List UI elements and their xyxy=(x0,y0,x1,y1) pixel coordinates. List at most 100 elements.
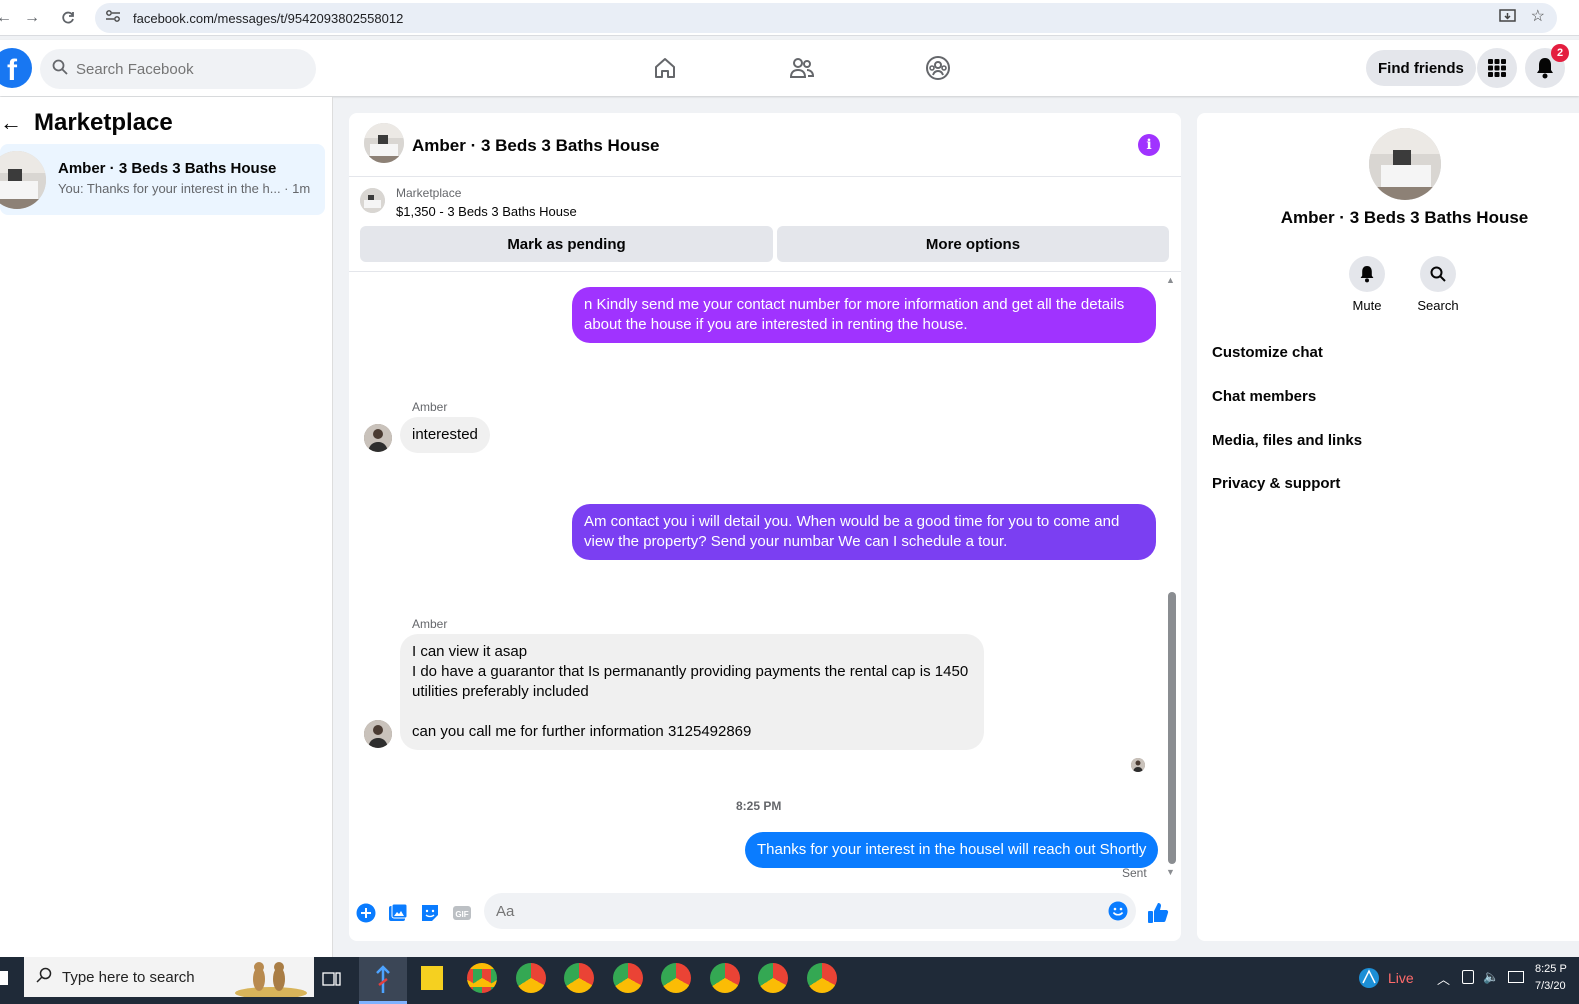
bell-icon xyxy=(1537,58,1553,79)
message-line xyxy=(412,702,972,722)
search-conversation-button[interactable]: Search xyxy=(1408,256,1468,313)
panel-title: Marketplace xyxy=(34,109,173,136)
photo-icon[interactable] xyxy=(387,902,409,924)
taskbar-search[interactable]: Type here to search xyxy=(24,957,314,997)
chrome-icon[interactable] xyxy=(467,963,497,993)
weather-icon[interactable] xyxy=(1358,967,1380,994)
menu-grid-button[interactable] xyxy=(1477,48,1517,88)
chrome-icon[interactable] xyxy=(661,963,691,993)
windows-taskbar: Type here to search Live ︿ 🔈 8:25 P 7/3/… xyxy=(0,957,1579,1004)
facebook-search[interactable] xyxy=(40,49,316,89)
meet-now-icon[interactable] xyxy=(1462,970,1474,984)
sticky-notes-icon[interactable] xyxy=(421,966,443,990)
message-bubble-incoming: I can view it asap I do have a guarantor… xyxy=(400,634,984,750)
chrome-icon[interactable] xyxy=(564,963,594,993)
chat-title[interactable]: Amber · 3 Beds 3 Baths House xyxy=(412,136,660,156)
task-view-icon[interactable] xyxy=(322,970,342,993)
amber-avatar[interactable] xyxy=(364,424,392,452)
message-bubble-outgoing: Thanks for your interest in the housel w… xyxy=(745,832,1159,868)
plus-circle-icon[interactable] xyxy=(355,902,377,924)
site-info-icon[interactable] xyxy=(105,9,121,28)
home-icon[interactable] xyxy=(649,52,681,84)
message-timestamp: 8:25 PM xyxy=(736,799,782,813)
media-files-links-item[interactable]: Media, files and links xyxy=(1212,432,1362,449)
message-input[interactable] xyxy=(484,893,1064,929)
install-app-icon[interactable] xyxy=(1498,9,1517,30)
more-options-button[interactable]: More options xyxy=(777,226,1169,262)
seen-avatar xyxy=(1131,758,1145,772)
message-scrollbar[interactable] xyxy=(1168,592,1176,864)
mute-label: Mute xyxy=(1352,298,1382,313)
tray-chevron-icon[interactable]: ︿ xyxy=(1437,969,1450,988)
listing-title[interactable]: $1,350 - 3 Beds 3 Baths House xyxy=(396,204,577,219)
chat-avatar[interactable] xyxy=(364,123,404,163)
customize-chat-item[interactable]: Customize chat xyxy=(1212,344,1323,361)
sender-name: Amber xyxy=(412,400,448,414)
bookmark-star-icon[interactable]: ☆ xyxy=(1531,9,1545,30)
chrome-icon[interactable] xyxy=(758,963,788,993)
browser-toolbar: ← → facebook.com/messages/t/954209380255… xyxy=(0,0,1579,36)
address-bar[interactable]: facebook.com/messages/t/9542093802558012… xyxy=(95,3,1557,33)
emoji-icon[interactable] xyxy=(1108,901,1128,926)
facebook-header: f Find friends 2 xyxy=(0,40,1579,96)
chrome-icon[interactable] xyxy=(516,963,546,993)
thumbs-up-icon[interactable] xyxy=(1147,902,1169,924)
conversation-item[interactable]: Amber · 3 Beds 3 Baths House You: Thanks… xyxy=(0,144,325,215)
forward-icon[interactable]: → xyxy=(18,4,46,32)
groups-icon[interactable] xyxy=(922,52,954,84)
listing-thumbnail[interactable] xyxy=(360,188,385,213)
conversation-details-panel: Amber · 3 Beds 3 Baths House Mute Search… xyxy=(1197,113,1579,941)
amber-avatar[interactable] xyxy=(364,720,392,748)
facebook-logo-icon[interactable]: f xyxy=(0,48,32,88)
message-line: utilities preferably included xyxy=(412,683,589,700)
reload-icon[interactable] xyxy=(54,4,82,32)
message-bubble-outgoing: n Kindly send me your contact number for… xyxy=(572,287,1156,343)
sender-name: Amber xyxy=(412,617,448,631)
message-line: I can view it asap xyxy=(412,643,528,660)
find-friends-button[interactable]: Find friends xyxy=(1366,50,1476,86)
info-icon[interactable]: i xyxy=(1138,134,1160,156)
chat-panel: Amber · 3 Beds 3 Baths House i Marketpla… xyxy=(349,113,1181,941)
search-icon xyxy=(36,967,52,987)
notification-badge: 2 xyxy=(1551,44,1569,62)
mark-as-pending-button[interactable]: Mark as pending xyxy=(360,226,773,262)
chat-members-item[interactable]: Chat members xyxy=(1212,388,1316,405)
volume-icon[interactable]: 🔈 xyxy=(1483,969,1499,985)
details-avatar[interactable] xyxy=(1369,128,1441,200)
chrome-icon[interactable] xyxy=(613,963,643,993)
chrome-icon[interactable] xyxy=(807,963,837,993)
chrome-icon[interactable] xyxy=(710,963,740,993)
privacy-support-item[interactable]: Privacy & support xyxy=(1212,475,1340,492)
sticker-icon[interactable] xyxy=(419,902,441,924)
friends-icon[interactable] xyxy=(786,52,818,84)
url-text: facebook.com/messages/t/9542093802558012 xyxy=(133,10,404,26)
message-line: can you call me for further information … xyxy=(412,723,752,740)
bell-icon xyxy=(1360,266,1374,283)
conversation-preview: You: Thanks for your interest in the h..… xyxy=(58,181,311,196)
chat-header: Amber · 3 Beds 3 Baths House i xyxy=(349,113,1181,177)
svg-text:GIF: GIF xyxy=(455,910,468,919)
message-thread: ▲ n Kindly send me your contact number f… xyxy=(349,273,1181,883)
taskbar-app-active[interactable] xyxy=(359,957,407,1004)
message-bubble-incoming: interested xyxy=(400,417,490,453)
network-icon[interactable] xyxy=(1508,971,1524,983)
listing-avatar xyxy=(0,151,46,209)
search-input[interactable] xyxy=(76,60,276,78)
conversation-list-panel: ← Marketplace Amber · 3 Beds 3 Baths Hou… xyxy=(0,97,333,957)
scroll-down-arrow[interactable]: ▼ xyxy=(1166,867,1175,877)
message-input-wrapper xyxy=(484,893,1136,929)
scroll-up-arrow[interactable]: ▲ xyxy=(1166,275,1175,285)
back-arrow-icon[interactable]: ← xyxy=(0,110,22,136)
marketplace-listing-bar: Marketplace $1,350 - 3 Beds 3 Baths Hous… xyxy=(349,178,1181,272)
search-label: Search xyxy=(1417,298,1459,313)
panel-header: ← Marketplace xyxy=(0,109,173,137)
search-icon xyxy=(52,59,68,80)
gif-icon[interactable]: GIF xyxy=(451,902,473,924)
mute-button[interactable]: Mute xyxy=(1337,256,1397,313)
back-icon[interactable]: ← xyxy=(0,4,18,32)
grid-icon xyxy=(1488,59,1506,77)
system-clock[interactable]: 8:25 P 7/3/20 xyxy=(1535,961,1567,995)
live-label: Live xyxy=(1388,970,1414,986)
conversation-name: Amber · 3 Beds 3 Baths House xyxy=(58,160,277,177)
start-icon[interactable] xyxy=(0,971,8,985)
